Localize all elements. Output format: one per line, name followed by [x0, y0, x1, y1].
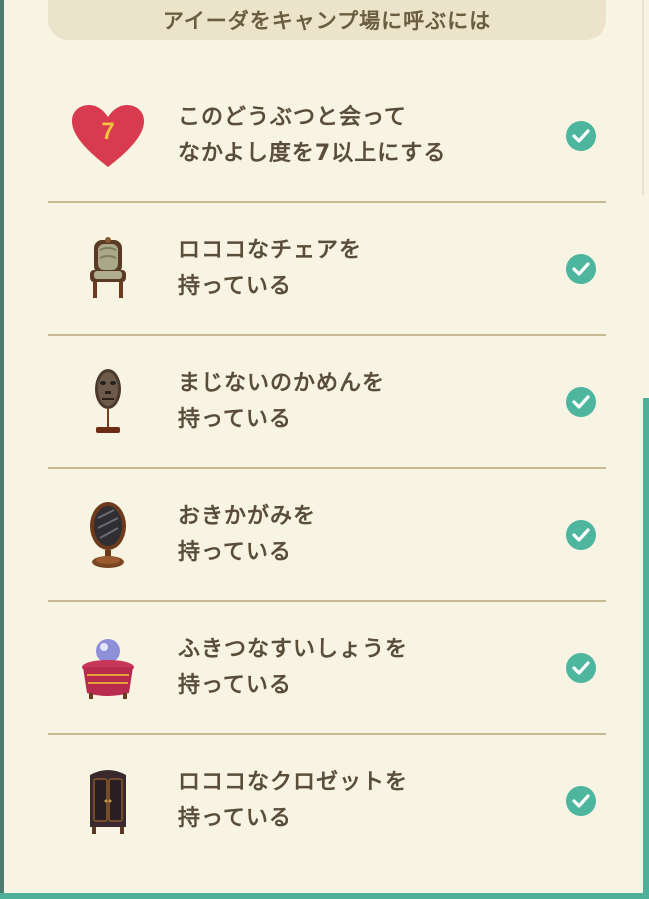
condition-line-2: 持っている [178, 805, 292, 831]
condition-row-mirror: おきかがみを 持っている [48, 469, 606, 602]
mask-icon [68, 362, 148, 442]
condition-line-2: 持っている [178, 672, 292, 698]
condition-row-friendship: 7 このどうぶつと会って なかよし度を7以上にする [48, 70, 606, 203]
condition-line-2: 持っている [178, 406, 292, 432]
condition-text: おきかがみを 持っている [178, 499, 316, 571]
condition-row-rococo-chair: ロココなチェアを 持っている [48, 203, 606, 336]
heart-icon: 7 [68, 96, 148, 176]
mirror-icon [68, 495, 148, 575]
condition-row-rococo-closet: ロココなクロゼットを 持っている [48, 735, 606, 866]
condition-text: ロココなチェアを 持っている [178, 233, 362, 305]
condition-list: 7 このどうぶつと会って なかよし度を7以上にする ロココなチェアを 持っている… [48, 70, 606, 866]
left-frame-border [0, 0, 4, 899]
check-icon [566, 386, 596, 417]
rococo-chair-icon [68, 229, 148, 309]
check-icon [566, 519, 596, 550]
condition-row-crystal-ball: ふきつなすいしょうを 持っている [48, 602, 606, 735]
condition-line-1: ロココなチェアを [178, 237, 363, 263]
condition-line-1: おきかがみを [178, 503, 317, 529]
page-title: アイーダをキャンプ場に呼ぶには [48, 0, 606, 40]
check-icon [566, 120, 596, 151]
condition-text: このどうぶつと会って なかよし度を7以上にする [178, 100, 446, 172]
condition-text: ふきつなすいしょうを 持っている [178, 632, 408, 704]
bottom-frame-border [0, 893, 649, 899]
heart-level-text: 7 [101, 118, 114, 145]
check-icon [566, 652, 596, 683]
right-frame-border-top [642, 0, 644, 195]
condition-line-1: まじないのかめんを [178, 370, 386, 396]
rococo-closet-icon [68, 761, 148, 841]
condition-line-1: このどうぶつと会って [178, 104, 407, 130]
condition-line-2: 持っている [178, 273, 292, 299]
condition-text: まじないのかめんを 持っている [178, 366, 385, 438]
condition-line-2: 持っている [178, 539, 292, 565]
condition-text: ロココなクロゼットを 持っている [178, 765, 408, 837]
crystal-ball-icon [68, 628, 148, 708]
check-icon [566, 253, 596, 284]
condition-line-2: なかよし度を7以上にする [178, 140, 447, 166]
condition-line-1: ふきつなすいしょうを [178, 636, 409, 662]
condition-row-mask: まじないのかめんを 持っている [48, 336, 606, 469]
right-frame-border-bottom [643, 398, 649, 899]
condition-line-1: ロココなクロゼットを [178, 769, 409, 795]
check-icon [566, 785, 596, 816]
